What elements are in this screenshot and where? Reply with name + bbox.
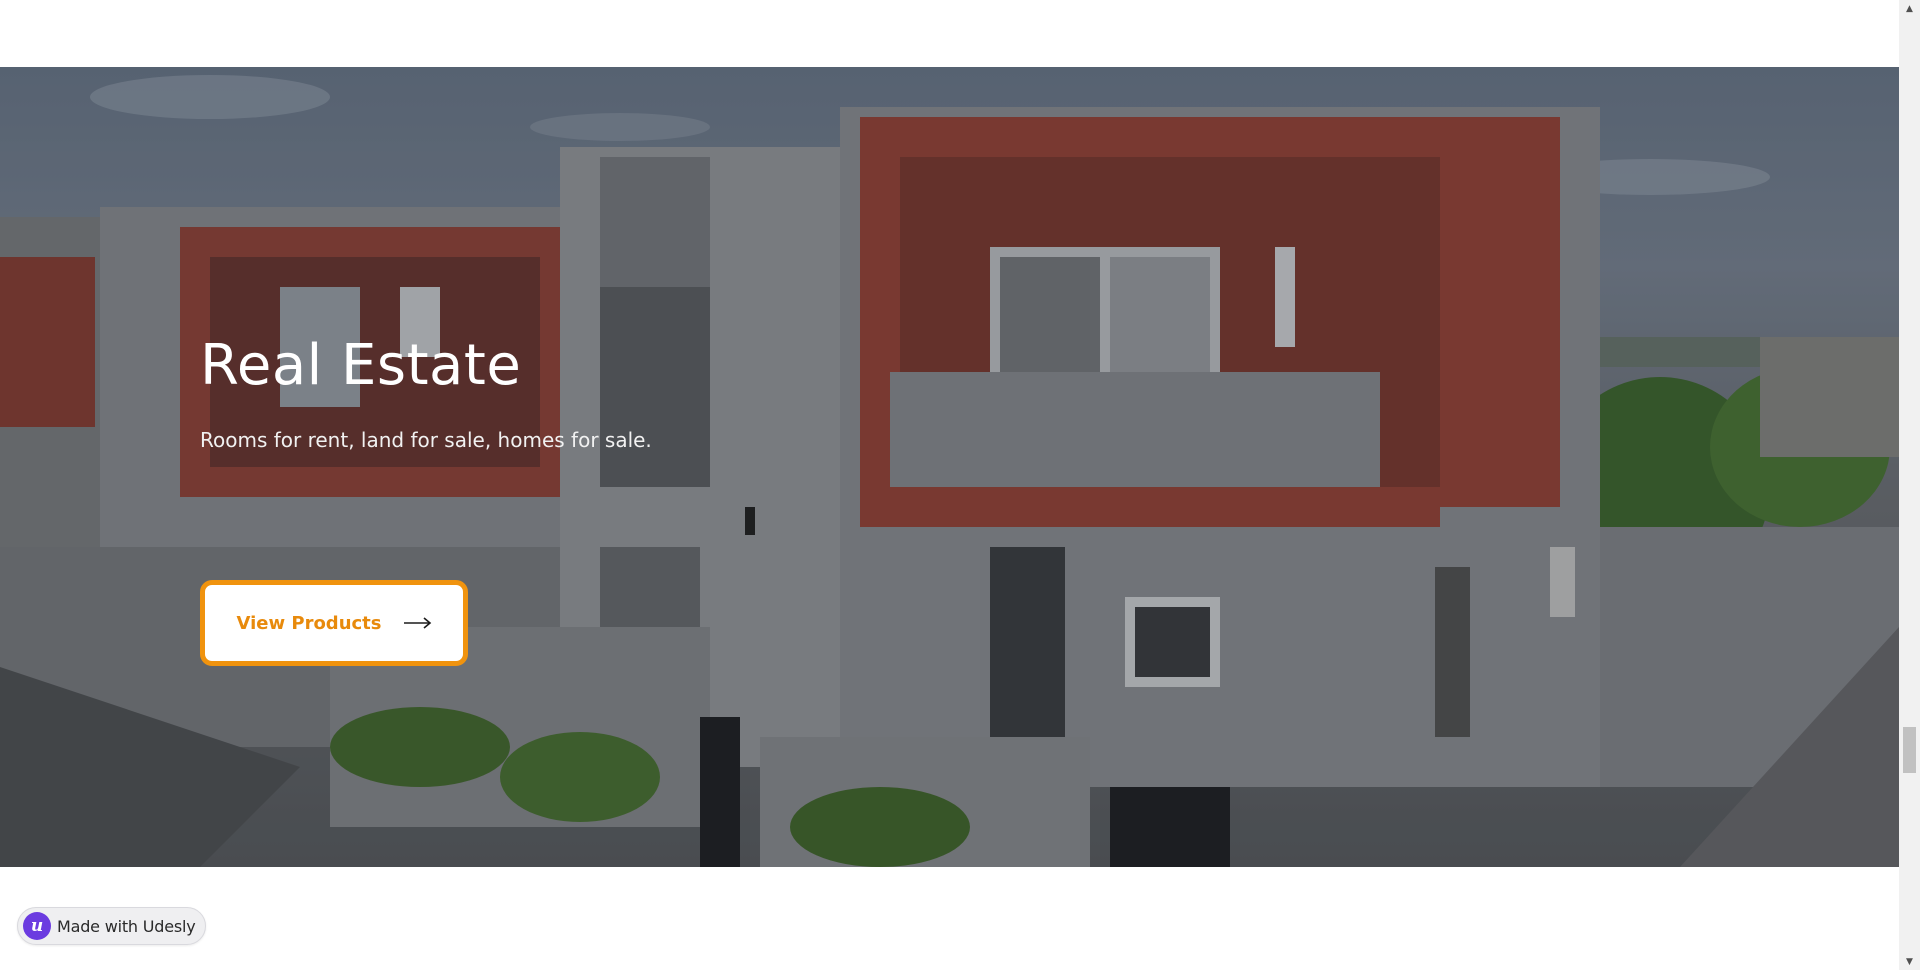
view-products-label: View Products <box>236 612 382 634</box>
page-scrollbar[interactable]: ▲ ▼ <box>1899 0 1920 970</box>
hero-title: Real Estate <box>200 333 522 398</box>
scroll-up-icon[interactable]: ▲ <box>1899 0 1920 17</box>
view-products-button[interactable]: View Products <box>200 580 468 666</box>
page: Real Estate Rooms for rent, land for sal… <box>0 0 1899 970</box>
made-with-udesly-badge[interactable]: u Made with Udesly <box>17 907 206 945</box>
udesly-logo-icon: u <box>23 912 51 940</box>
hero-section: Real Estate Rooms for rent, land for sal… <box>0 67 1899 867</box>
scroll-down-icon[interactable]: ▼ <box>1899 953 1920 970</box>
hero-subtitle: Rooms for rent, land for sale, homes for… <box>200 427 652 452</box>
arrow-right-icon <box>403 617 431 629</box>
made-with-udesly-label: Made with Udesly <box>57 916 196 936</box>
hero-dark-overlay <box>0 67 1899 867</box>
hero-content: Real Estate Rooms for rent, land for sal… <box>200 333 900 666</box>
scrollbar-thumb[interactable] <box>1903 727 1916 773</box>
